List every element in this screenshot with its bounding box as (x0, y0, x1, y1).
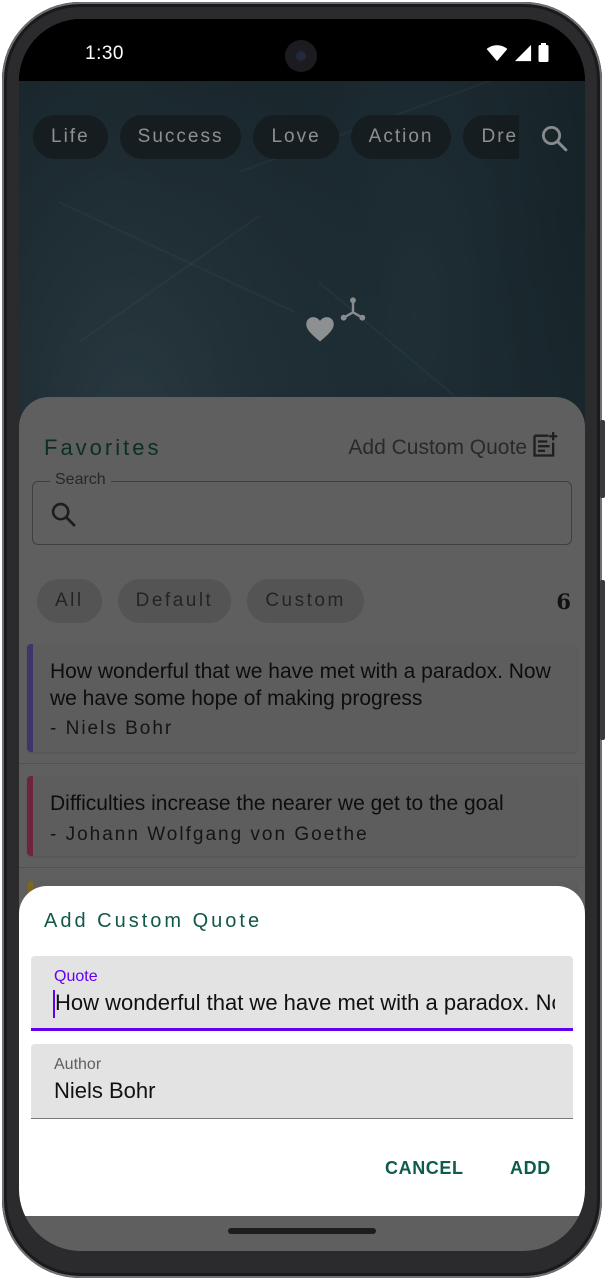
device-frame: Life Success Love Action Dre Favorites A… (2, 2, 605, 1278)
status-time: 1:30 (85, 43, 124, 64)
quote-field[interactable]: Quote How wonderful that we have met wit… (31, 956, 573, 1031)
wifi-icon (486, 44, 508, 67)
front-camera (285, 40, 317, 72)
author-field-underline (31, 1118, 573, 1119)
author-field-value[interactable]: Niels Bohr (54, 1078, 554, 1104)
power-button (600, 420, 605, 498)
gesture-bar[interactable] (228, 1228, 376, 1234)
quote-field-value[interactable]: How wonderful that we have met with a pa… (55, 990, 555, 1016)
author-field-label: Author (54, 1056, 102, 1073)
quote-field-label: Quote (54, 968, 98, 985)
quote-field-underline (31, 1028, 573, 1031)
add-custom-quote-dialog: Add Custom Quote Quote How wonderful tha… (19, 886, 585, 1216)
battery-icon (538, 43, 549, 67)
status-icons (486, 43, 549, 67)
dialog-title: Add Custom Quote (44, 910, 263, 932)
volume-button (600, 580, 605, 740)
status-bar: 1:30 (19, 19, 585, 81)
cancel-button[interactable]: CANCEL (385, 1158, 464, 1179)
signal-icon (514, 44, 532, 67)
author-field[interactable]: Author Niels Bohr (31, 1044, 573, 1119)
screen: Life Success Love Action Dre Favorites A… (19, 19, 585, 1251)
add-button[interactable]: ADD (510, 1158, 551, 1179)
